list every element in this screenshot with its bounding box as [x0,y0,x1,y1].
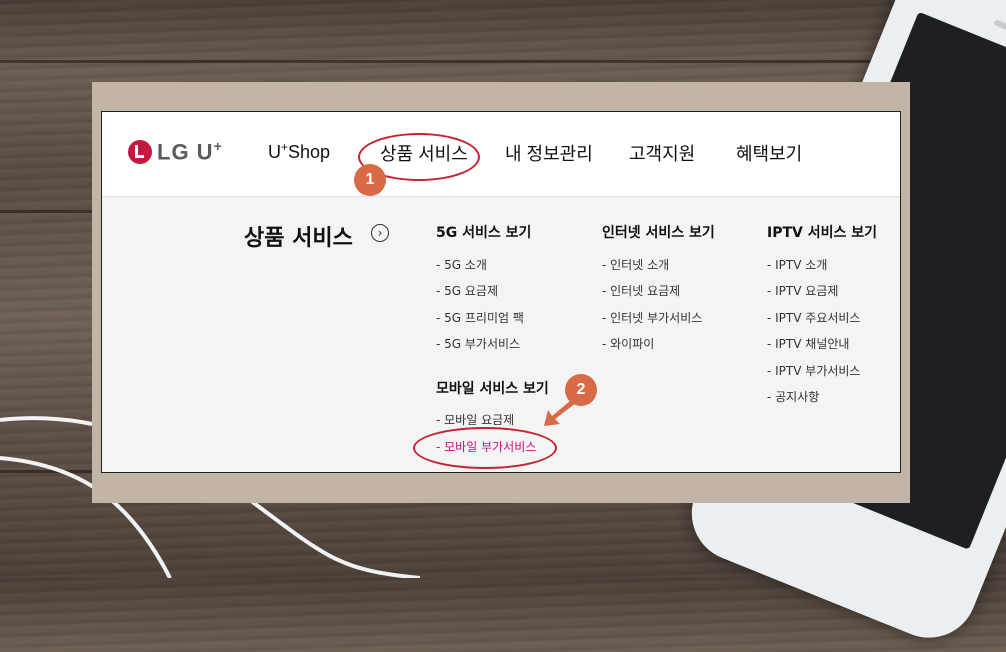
top-navigation-bar: LG U+ U+Shop 상품 서비스 내 정보관리 고객지원 혜택보기 [102,112,900,197]
lgu-logo[interactable]: LG U+ [128,138,223,166]
menu-link[interactable]: - IPTV 부가서비스 [767,362,860,379]
menu-link[interactable]: - IPTV 소개 [767,256,827,273]
pointer-arrow-icon [544,396,580,426]
nav-my-info[interactable]: 내 정보관리 [505,140,593,166]
menu-link[interactable]: - 5G 요금제 [436,282,498,299]
menu-link[interactable]: - 인터넷 부가서비스 [602,309,702,326]
menu-link[interactable]: - IPTV 채널안내 [767,335,849,352]
menu-link[interactable]: - 인터넷 요금제 [602,282,680,299]
column-title-iptv[interactable]: IPTV 서비스 보기 [767,222,877,242]
menu-link[interactable]: - IPTV 주요서비스 [767,309,860,326]
logo-text: LG U+ [157,138,223,165]
nav-benefits[interactable]: 혜택보기 [736,140,802,166]
menu-link[interactable]: - 인터넷 소개 [602,256,669,273]
column-title-mobile[interactable]: 모바일 서비스 보기 [436,378,549,398]
chevron-right-icon[interactable]: › [371,224,389,242]
menu-link[interactable]: - 5G 부가서비스 [436,335,520,352]
menu-link[interactable]: - 공지사항 [767,388,819,405]
menu-link[interactable]: - 5G 소개 [436,256,487,273]
nav-customer-support[interactable]: 고객지원 [629,140,695,166]
section-title: 상품 서비스 [244,226,353,251]
menu-link[interactable]: - 모바일 요금제 [436,411,514,428]
step-1-badge: 1 [354,164,386,196]
lg-face-icon [128,140,152,164]
highlight-oval-link [413,427,557,469]
wood-plank-seam [0,60,1006,63]
column-title-5g[interactable]: 5G 서비스 보기 [436,222,531,242]
column-title-internet[interactable]: 인터넷 서비스 보기 [602,222,715,242]
website-panel: LG U+ U+Shop 상품 서비스 내 정보관리 고객지원 혜택보기 1 상… [101,111,901,473]
nav-ushop[interactable]: U+Shop [268,140,330,163]
menu-link[interactable]: - 와이파이 [602,335,654,352]
menu-link[interactable]: - IPTV 요금제 [767,282,838,299]
menu-link[interactable]: - 5G 프리미엄 팩 [436,309,524,326]
